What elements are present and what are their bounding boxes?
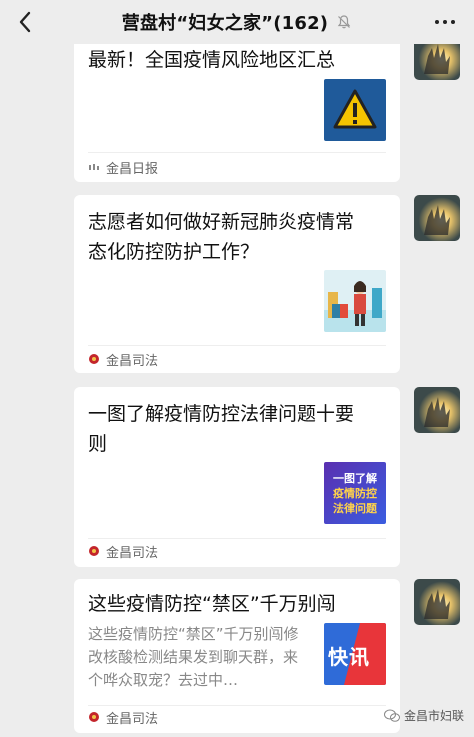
avatar-hand-light-image — [414, 579, 460, 625]
sender-avatar[interactable] — [414, 195, 460, 241]
article-thumbnail: 一图了解 疫情防控 法律问题 — [324, 462, 386, 524]
source-name: 金昌司法 — [106, 545, 159, 561]
article-source: 金昌日报 — [88, 157, 158, 177]
avatar-hand-light-image — [414, 195, 460, 241]
thumb-line: 疫情防控 — [333, 486, 377, 500]
warning-triangle-icon — [333, 89, 377, 129]
more-options-button[interactable] — [430, 10, 460, 34]
article-title: 志愿者如何做好新冠肺炎疫情常态化防控防护工作？ — [88, 211, 355, 263]
more-dots-icon — [435, 20, 439, 24]
article-card[interactable]: 志愿者如何做好新冠肺炎疫情常态化防控防护工作？ 金昌司法 — [74, 195, 400, 373]
article-source: 金昌司法 — [88, 707, 158, 727]
source-name: 金昌司法 — [106, 711, 159, 727]
source-name: 金昌司法 — [106, 353, 159, 369]
article-thumbnail — [324, 79, 386, 141]
chat-header: 营盘村“妇女之家”(162) — [0, 0, 474, 44]
card-divider — [88, 538, 386, 539]
source-name: 金昌日报 — [106, 161, 159, 177]
article-description: 这些疫情防控“禁区”千万别闯修改核酸检测结果发到聊天群，来个哗众取宠？去过中… — [88, 625, 299, 689]
article-thumbnail: 快讯 — [324, 623, 386, 685]
sender-avatar[interactable] — [414, 387, 460, 433]
bell-muted-icon — [338, 15, 351, 29]
volunteer-illustration — [324, 281, 386, 332]
article-title: 这些疫情防控“禁区”千万别闯 — [88, 593, 336, 615]
news-source-icon — [89, 164, 99, 170]
thumb-line: 法律问题 — [333, 501, 377, 515]
court-emblem-icon — [89, 712, 99, 722]
chevron-left-icon — [19, 11, 31, 33]
wechat-icon — [383, 709, 400, 722]
article-title: 最新！全国疫情风险地区汇总 — [88, 49, 336, 71]
article-thumbnail — [324, 270, 386, 332]
avatar-hand-light-image — [414, 387, 460, 433]
article-card[interactable]: 最新！全国疫情风险地区汇总 金昌日报 — [74, 34, 400, 182]
article-title: 一图了解疫情防控法律问题十要则 — [88, 403, 355, 455]
sender-avatar[interactable] — [414, 579, 460, 625]
article-card[interactable]: 这些疫情防控“禁区”千万别闯 这些疫情防控“禁区”千万别闯修改核酸检测结果发到聊… — [74, 579, 400, 733]
thumb-line: 一图了解 — [333, 471, 377, 485]
article-source: 金昌司法 — [88, 349, 158, 369]
card-divider — [88, 152, 386, 153]
watermark: 金昌市妇联 — [383, 707, 464, 724]
court-emblem-icon — [89, 354, 99, 364]
thumb-text: 快讯 — [328, 645, 370, 669]
watermark-text: 金昌市妇联 — [403, 709, 464, 723]
court-emblem-icon — [89, 546, 99, 556]
article-card[interactable]: 一图了解疫情防控法律问题十要则 一图了解 疫情防控 法律问题 金昌司法 — [74, 387, 400, 567]
chat-title: 营盘村“妇女之家”(162) — [121, 13, 329, 34]
card-divider — [88, 705, 386, 706]
card-divider — [88, 345, 386, 346]
back-button[interactable] — [10, 6, 40, 38]
article-source: 金昌司法 — [88, 541, 158, 561]
chat-title-group: 营盘村“妇女之家”(162) — [122, 9, 353, 35]
